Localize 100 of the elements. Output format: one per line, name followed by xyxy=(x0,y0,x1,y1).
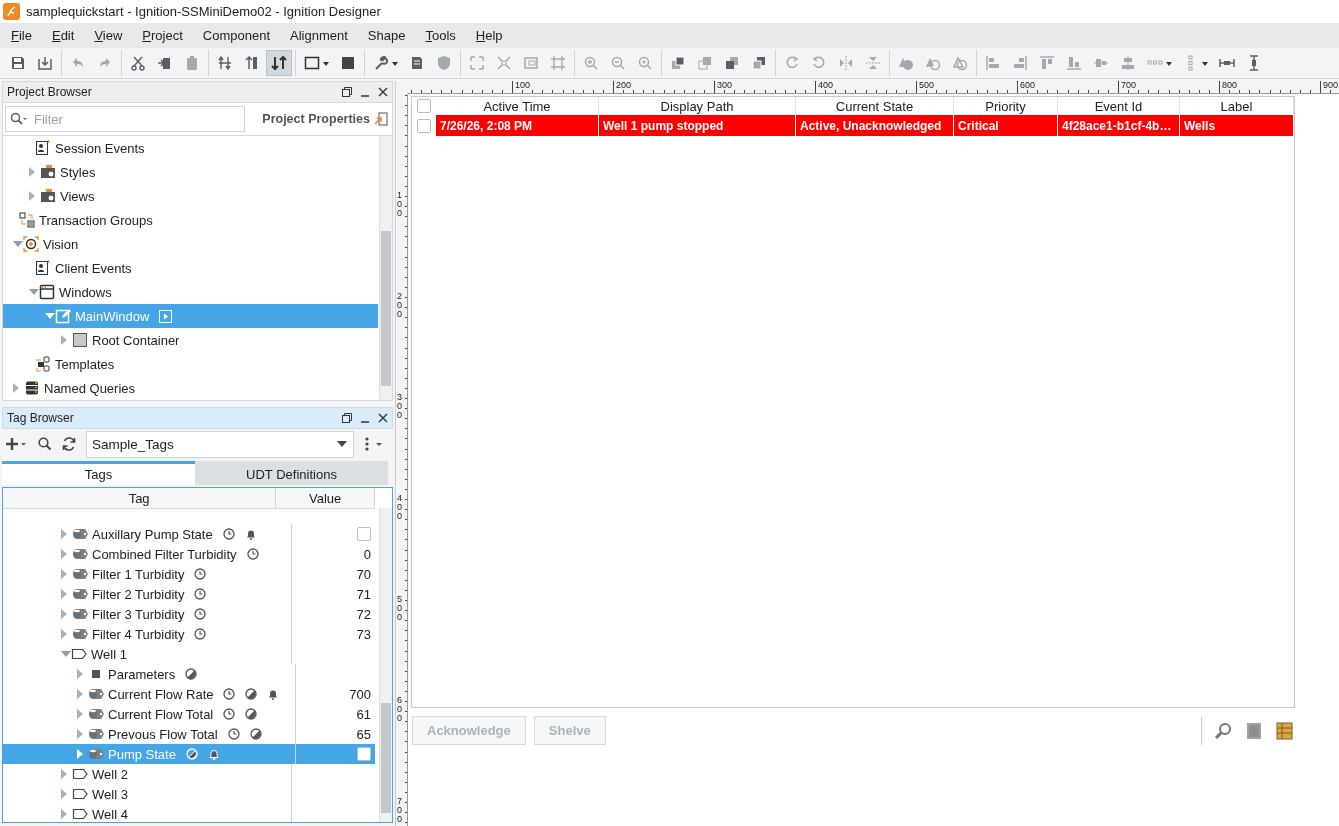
tab[interactable]: UDT Definitions xyxy=(195,461,388,485)
tag-drum-icon xyxy=(72,626,88,642)
tag-row[interactable]: Filter 1 Turbidity 70 xyxy=(3,564,375,584)
tag-row[interactable]: Well 2 xyxy=(3,764,375,784)
provider-dropdown[interactable]: Sample_Tags xyxy=(86,430,354,458)
wrench-icon xyxy=(373,55,389,71)
select-all-checkbox[interactable] xyxy=(417,99,431,113)
tag-row[interactable]: Filter 2 Turbidity 71 xyxy=(3,584,375,604)
corners-icon xyxy=(469,55,485,71)
eye-icon xyxy=(23,236,39,252)
tag-value: 65 xyxy=(356,726,371,742)
tag-name: Well 3 xyxy=(92,786,128,802)
tree-row[interactable]: Session Events xyxy=(3,136,378,160)
table-grid-icon[interactable] xyxy=(1276,721,1293,740)
menu-item[interactable]: Shape xyxy=(357,26,416,45)
menu-item[interactable]: File xyxy=(1,26,42,45)
floppy-icon xyxy=(10,55,26,71)
tag-row[interactable]: Well 4 xyxy=(3,804,375,822)
restore-icon[interactable] xyxy=(342,87,352,97)
column-header[interactable]: Value xyxy=(276,488,375,508)
window-title: samplequickstart - Ignition-SSMiniDemo02 - Ignition Designer xyxy=(26,4,381,19)
tree-label: Vision xyxy=(43,236,79,252)
box-icon[interactable] xyxy=(1246,721,1262,740)
tag-drum-icon xyxy=(72,586,88,602)
tree-label: Views xyxy=(60,188,95,204)
tag-drum-icon xyxy=(88,726,104,742)
more-icon[interactable] xyxy=(364,437,384,451)
tree-row[interactable]: Templates xyxy=(3,352,378,376)
tag-row[interactable]: Well 3 xyxy=(3,784,375,804)
tag-row[interactable]: Auxillary Pump State xyxy=(3,524,375,544)
menu-item[interactable]: Edit xyxy=(41,26,85,45)
tree-label: Templates xyxy=(55,356,115,372)
tree-row[interactable]: Root Container xyxy=(3,328,378,352)
magnifier-icon[interactable] xyxy=(1214,721,1232,740)
edit-window-icon xyxy=(55,308,71,324)
tag-value: 700 xyxy=(349,686,371,702)
folder-icon xyxy=(40,164,56,180)
menu-item[interactable]: Project xyxy=(132,26,193,45)
menu-item[interactable]: Component xyxy=(192,26,280,45)
tag-row[interactable]: Well 1 xyxy=(3,644,375,664)
square-icon xyxy=(340,55,356,71)
close-icon[interactable] xyxy=(378,413,388,423)
ruler-label: 700 xyxy=(1118,81,1137,93)
ruler-label: 300 xyxy=(397,393,403,420)
play-box-icon[interactable] xyxy=(159,309,173,323)
close-icon[interactable] xyxy=(378,87,388,97)
tray-arrow-icon xyxy=(37,55,53,71)
value-checkbox[interactable] xyxy=(357,527,371,541)
tree-label: MainWindow xyxy=(75,308,150,324)
tree-row[interactable]: Named Queries xyxy=(3,376,378,400)
project-properties-button[interactable]: Project Properties xyxy=(262,112,388,126)
align-icon xyxy=(1120,55,1136,71)
menu-item[interactable]: View xyxy=(84,26,133,45)
tag-row[interactable]: Filter 3 Turbidity 72 xyxy=(3,604,375,624)
tree-row[interactable]: Styles xyxy=(3,160,378,184)
menu-item[interactable]: Alignment xyxy=(280,26,358,45)
column-header[interactable]: Tag xyxy=(3,488,277,508)
clipboard-icon xyxy=(184,55,200,71)
tab[interactable]: Tags xyxy=(2,461,195,485)
restore-icon[interactable] xyxy=(342,413,352,423)
plus-icon[interactable] xyxy=(6,437,28,451)
row-checkbox[interactable] xyxy=(417,118,431,133)
tag-row[interactable]: Current Flow Total 61 xyxy=(3,704,375,724)
align-icon xyxy=(1039,55,1055,71)
scrollbar[interactable] xyxy=(379,136,392,400)
split-arrows-icon xyxy=(217,55,233,71)
tree-row[interactable]: Vision xyxy=(3,232,378,256)
value-checkbox[interactable] xyxy=(357,747,371,761)
ruler-label: 500 xyxy=(397,595,403,622)
tree-row[interactable]: Client Events xyxy=(3,256,378,280)
tag-drum-icon xyxy=(88,686,104,702)
tag-value: 72 xyxy=(356,606,371,622)
tag-row[interactable]: Filter 4 Turbidity 73 xyxy=(3,624,375,644)
scrollbar[interactable] xyxy=(379,508,392,822)
mirror-icon xyxy=(838,55,854,71)
ruler-label: 400 xyxy=(815,81,834,93)
ruler-label: 700 xyxy=(397,797,403,824)
tag-name: Prevous Flow Total xyxy=(108,726,218,742)
tag-name: Filter 4 Turbidity xyxy=(92,626,185,642)
menu-item[interactable]: Tools xyxy=(415,26,466,45)
tree-row[interactable]: Transaction Groups xyxy=(3,208,378,232)
tag-row[interactable]: Current Flow Rate 700 xyxy=(3,684,375,704)
tree-label: Transaction Groups xyxy=(39,212,153,228)
arrow-box-icon xyxy=(374,112,388,126)
layers-icon xyxy=(751,55,767,71)
group-nodes-icon xyxy=(19,212,35,228)
tag-name: Auxillary Pump State xyxy=(92,526,213,542)
refresh-icon[interactable] xyxy=(62,437,76,451)
ruler-label: 200 xyxy=(613,81,632,93)
window-frame-icon xyxy=(304,55,320,71)
tree-row[interactable]: Views xyxy=(3,184,378,208)
tag-outline-icon xyxy=(72,766,88,782)
swap-tool[interactable] xyxy=(266,50,292,76)
tag-row[interactable]: Combined Filter Turbidity 0 xyxy=(3,544,375,564)
menu-item[interactable]: Help xyxy=(465,26,513,45)
ruler-label: 600 xyxy=(397,696,403,723)
filter-field[interactable]: Filter xyxy=(5,106,245,132)
tag-row[interactable]: Parameters xyxy=(3,664,375,684)
search-icon[interactable] xyxy=(38,437,52,451)
tag-outline-icon xyxy=(72,806,88,822)
